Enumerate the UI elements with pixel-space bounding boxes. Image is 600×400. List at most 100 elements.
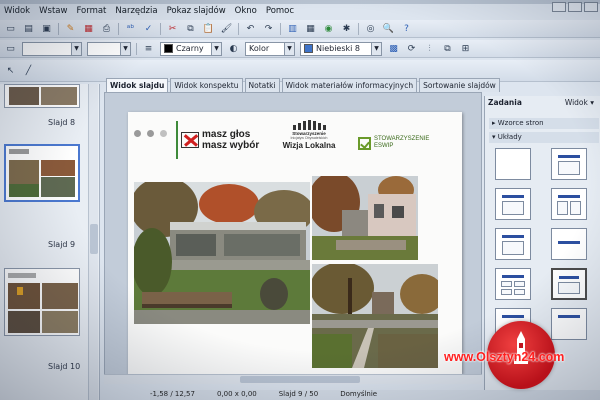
arrange-icon[interactable]: ⧉	[441, 42, 454, 55]
layout-blank[interactable]	[495, 148, 531, 180]
slide-layout-combo[interactable]: ▼	[22, 41, 82, 56]
chevron-down-icon: ▼	[284, 42, 294, 55]
line-icon[interactable]: ╱	[22, 64, 35, 77]
logo-org-subtitle: Inicjatyw Obywatelskich	[290, 136, 328, 140]
chevron-down-icon: ▼	[71, 42, 81, 55]
logo-masz-glos: masz głos masz wybór	[176, 118, 276, 162]
section-master-pages[interactable]: ▸ Wzorce stron	[489, 118, 599, 129]
fill-color-swatch	[304, 44, 313, 53]
menu-help[interactable]: Pomoc	[266, 6, 294, 16]
layout-title-text[interactable]	[495, 228, 531, 260]
slide-thumbnail-image	[6, 146, 78, 200]
logo-eswip-line1: STOWARZYSZENIE	[374, 136, 430, 142]
section-layouts[interactable]: ▾ Układy	[489, 132, 599, 143]
slide-thumbnail-image	[5, 85, 79, 107]
menu-window[interactable]: Okno	[235, 6, 257, 16]
help-icon[interactable]: ?	[400, 22, 413, 35]
open-icon[interactable]: ▤	[22, 22, 35, 35]
paste-icon[interactable]: 📋	[202, 22, 215, 35]
layout-title-content-2[interactable]	[551, 268, 587, 300]
area-icon[interactable]: ◐	[227, 42, 240, 55]
tab-handout-view[interactable]: Widok materiałów informacyjnych	[281, 78, 418, 92]
area-style-combo[interactable]: Kolor ▼	[245, 41, 295, 56]
chevron-down-icon: ▼	[211, 42, 221, 55]
slide-thumbnail[interactable]	[4, 144, 80, 202]
menu-format[interactable]: Format	[76, 6, 106, 16]
copy-icon[interactable]: ⧉	[184, 22, 197, 35]
navigator-icon[interactable]: ◉	[322, 22, 335, 35]
dot	[160, 130, 167, 137]
task-pane-view-menu[interactable]: Widok ▾	[565, 96, 594, 110]
new-icon[interactable]: ▭	[4, 22, 17, 35]
menu-view[interactable]: Widok	[4, 6, 30, 16]
slide-icon[interactable]: ▭	[4, 42, 17, 55]
standard-toolbar: ▭ ▤ ▣ ✎ ▦ ⎙ ᵃᵇ ✓ ✂ ⧉ 📋 🖌 ↶ ↷ ▥ ▦ ◉ ✱ ◎ 🔍…	[0, 20, 600, 38]
print-icon[interactable]: ⎙	[100, 22, 113, 35]
section-master-pages-label: Wzorce stron	[497, 119, 544, 127]
scrollbar-thumb[interactable]	[240, 376, 360, 383]
gallery-icon[interactable]: ◎	[364, 22, 377, 35]
shadow-icon[interactable]: ▩	[387, 42, 400, 55]
chevron-down-icon: ▼	[120, 42, 130, 55]
export-pdf-icon[interactable]: ▦	[82, 22, 95, 35]
save-icon[interactable]: ▣	[40, 22, 53, 35]
photo-pavilion-image	[134, 182, 310, 324]
slide-canvas[interactable]: masz głos masz wybór Stowarzyszenie Inic…	[128, 112, 462, 374]
tab-slide-sorter[interactable]: Sortowanie slajdów	[419, 78, 500, 92]
zoom-icon[interactable]: 🔍	[382, 22, 395, 35]
group-icon[interactable]: ⊞	[459, 42, 472, 55]
horizontal-scrollbar[interactable]	[104, 374, 482, 384]
layout-title-content-4[interactable]	[551, 308, 587, 340]
cut-icon[interactable]: ✂	[166, 22, 179, 35]
table-icon[interactable]: ▦	[304, 22, 317, 35]
chevron-down-icon: ▼	[371, 42, 381, 55]
status-size: 0,00 x 0,00	[216, 390, 257, 398]
columns-icon	[278, 120, 340, 130]
menu-tools[interactable]: Narzędzia	[115, 6, 157, 16]
chart-icon[interactable]: ▥	[286, 22, 299, 35]
impress-window: Widok Wstaw Format Narzędzia Pokaz slajd…	[0, 0, 600, 400]
photo-pavilion[interactable]	[134, 182, 310, 324]
layout-title-4content[interactable]	[495, 268, 531, 300]
menu-bar: Widok Wstaw Format Narzędzia Pokaz slajd…	[0, 4, 600, 18]
line-color-combo[interactable]: Czarny ▼	[160, 41, 222, 56]
photo-building[interactable]	[312, 176, 418, 260]
line-style-icon[interactable]: ≡	[142, 42, 155, 55]
photo-street[interactable]	[312, 264, 438, 368]
line-color-value: Czarny	[176, 44, 204, 53]
menu-insert[interactable]: Wstaw	[39, 6, 67, 16]
scrollbar-thumb[interactable]	[90, 224, 98, 254]
rotate-icon[interactable]: ⟳	[405, 42, 418, 55]
layout-title-only[interactable]	[551, 148, 587, 180]
tab-outline-view[interactable]: Widok konspektu	[170, 78, 243, 92]
slide-thumbnail[interactable]	[4, 84, 80, 108]
show-draw-icon[interactable]: ✱	[340, 22, 353, 35]
tab-slide-view[interactable]: Widok slajdu	[106, 78, 169, 92]
layout-title-content[interactable]	[495, 188, 531, 220]
align-icon[interactable]: ⫶	[423, 42, 436, 55]
spellcheck-icon[interactable]: ᵃᵇ	[124, 22, 137, 35]
tab-notes[interactable]: Notatki	[244, 78, 280, 92]
zoom-combo[interactable]: ▼	[87, 41, 131, 56]
menu-slideshow[interactable]: Pokaz slajdów	[167, 6, 226, 16]
photo-building-image	[312, 176, 418, 260]
clone-format-icon[interactable]: 🖌	[220, 22, 233, 35]
slide-thumbnail[interactable]	[4, 268, 80, 336]
logo-wizja-lokalna: Stowarzyszenie Inicjatyw Obywatelskich W…	[278, 120, 340, 150]
autospellcheck-icon[interactable]: ✓	[142, 22, 155, 35]
redo-icon[interactable]: ↷	[262, 22, 275, 35]
slide-thumbnail-image	[5, 269, 79, 335]
section-layouts-label: Układy	[497, 133, 522, 141]
edit-file-icon[interactable]: ✎	[64, 22, 77, 35]
logo-text: masz głos masz wybór	[202, 129, 259, 151]
separator	[280, 22, 281, 35]
select-icon[interactable]: ↖	[4, 64, 17, 77]
slides-scrollbar[interactable]	[88, 84, 98, 400]
layout-title-2content[interactable]	[551, 188, 587, 220]
fill-color-combo[interactable]: Niebieski 8 ▼	[300, 41, 382, 56]
watermark-text: www.Olsztyn24.com	[444, 350, 565, 364]
slide-label: Slajd 9	[48, 240, 76, 249]
layout-centered-text[interactable]	[551, 228, 587, 260]
undo-icon[interactable]: ↶	[244, 22, 257, 35]
separator	[136, 42, 137, 55]
